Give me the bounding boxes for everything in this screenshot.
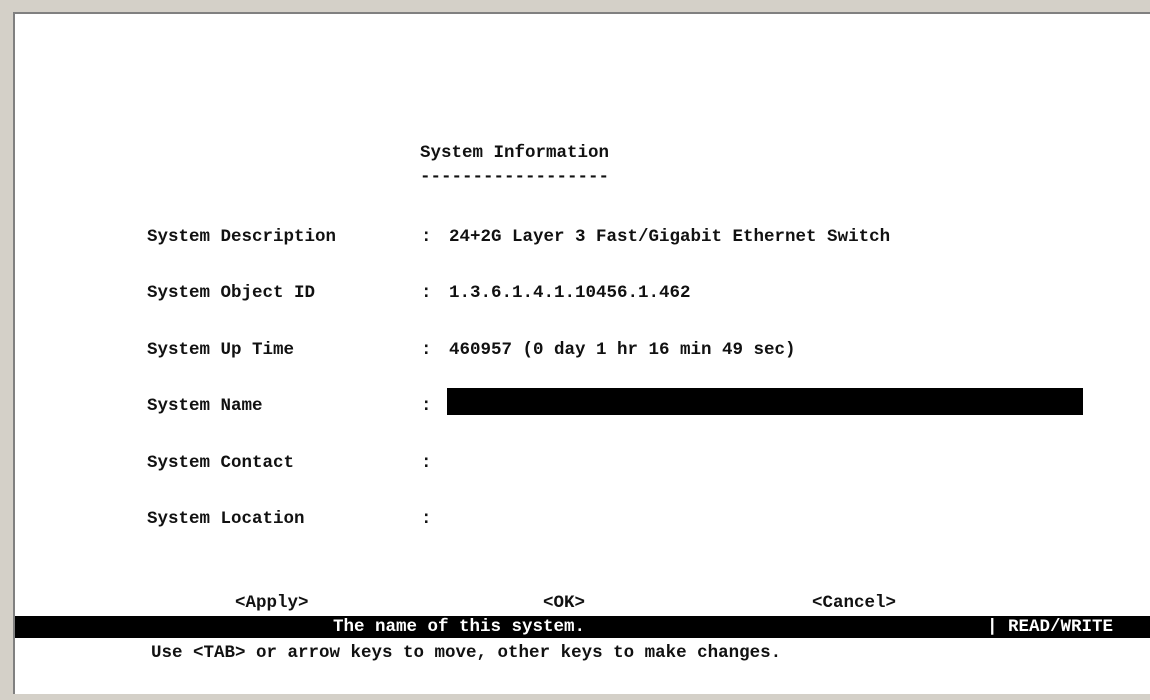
system-object-id-value: 1.3.6.1.4.1.10456.1.462 [449,283,691,303]
system-name-input[interactable] [447,388,1083,415]
system-description-value: 24+2G Layer 3 Fast/Gigabit Ethernet Swit… [449,227,891,247]
access-mode: | READ/WRITE [987,617,1114,637]
system-object-id-label: System Object ID [147,283,316,303]
system-location-label: System Location [147,509,305,529]
page-title: System Information [420,143,610,163]
ok-button[interactable]: <OK> [543,592,585,614]
help-text: Use <TAB> or arrow keys to move, other k… [151,643,782,663]
apply-button[interactable]: <Apply> [235,592,309,614]
status-message: The name of this system. [333,617,586,637]
system-location-input[interactable] [447,506,1083,533]
system-up-time-value: 460957 (0 day 1 hr 16 min 49 sec) [449,340,796,360]
system-contact-label: System Contact [147,453,295,473]
system-contact-input[interactable] [447,450,1083,477]
cancel-button[interactable]: <Cancel> [812,592,896,614]
separator-colon: : [421,227,432,247]
system-up-time-label: System Up Time [147,340,295,360]
window-frame: System Information ------------------ Sy… [0,0,1150,700]
status-bar: The name of this system. | READ/WRITE [15,616,1150,638]
separator-colon: : [421,283,432,303]
title-underline: ------------------ [420,167,610,187]
terminal-screen: System Information ------------------ Sy… [13,12,1150,694]
separator-colon: : [421,396,432,416]
separator-colon: : [421,453,432,473]
separator-colon: : [421,509,432,529]
separator-colon: : [421,340,432,360]
system-name-label: System Name [147,396,263,416]
system-description-label: System Description [147,227,337,247]
